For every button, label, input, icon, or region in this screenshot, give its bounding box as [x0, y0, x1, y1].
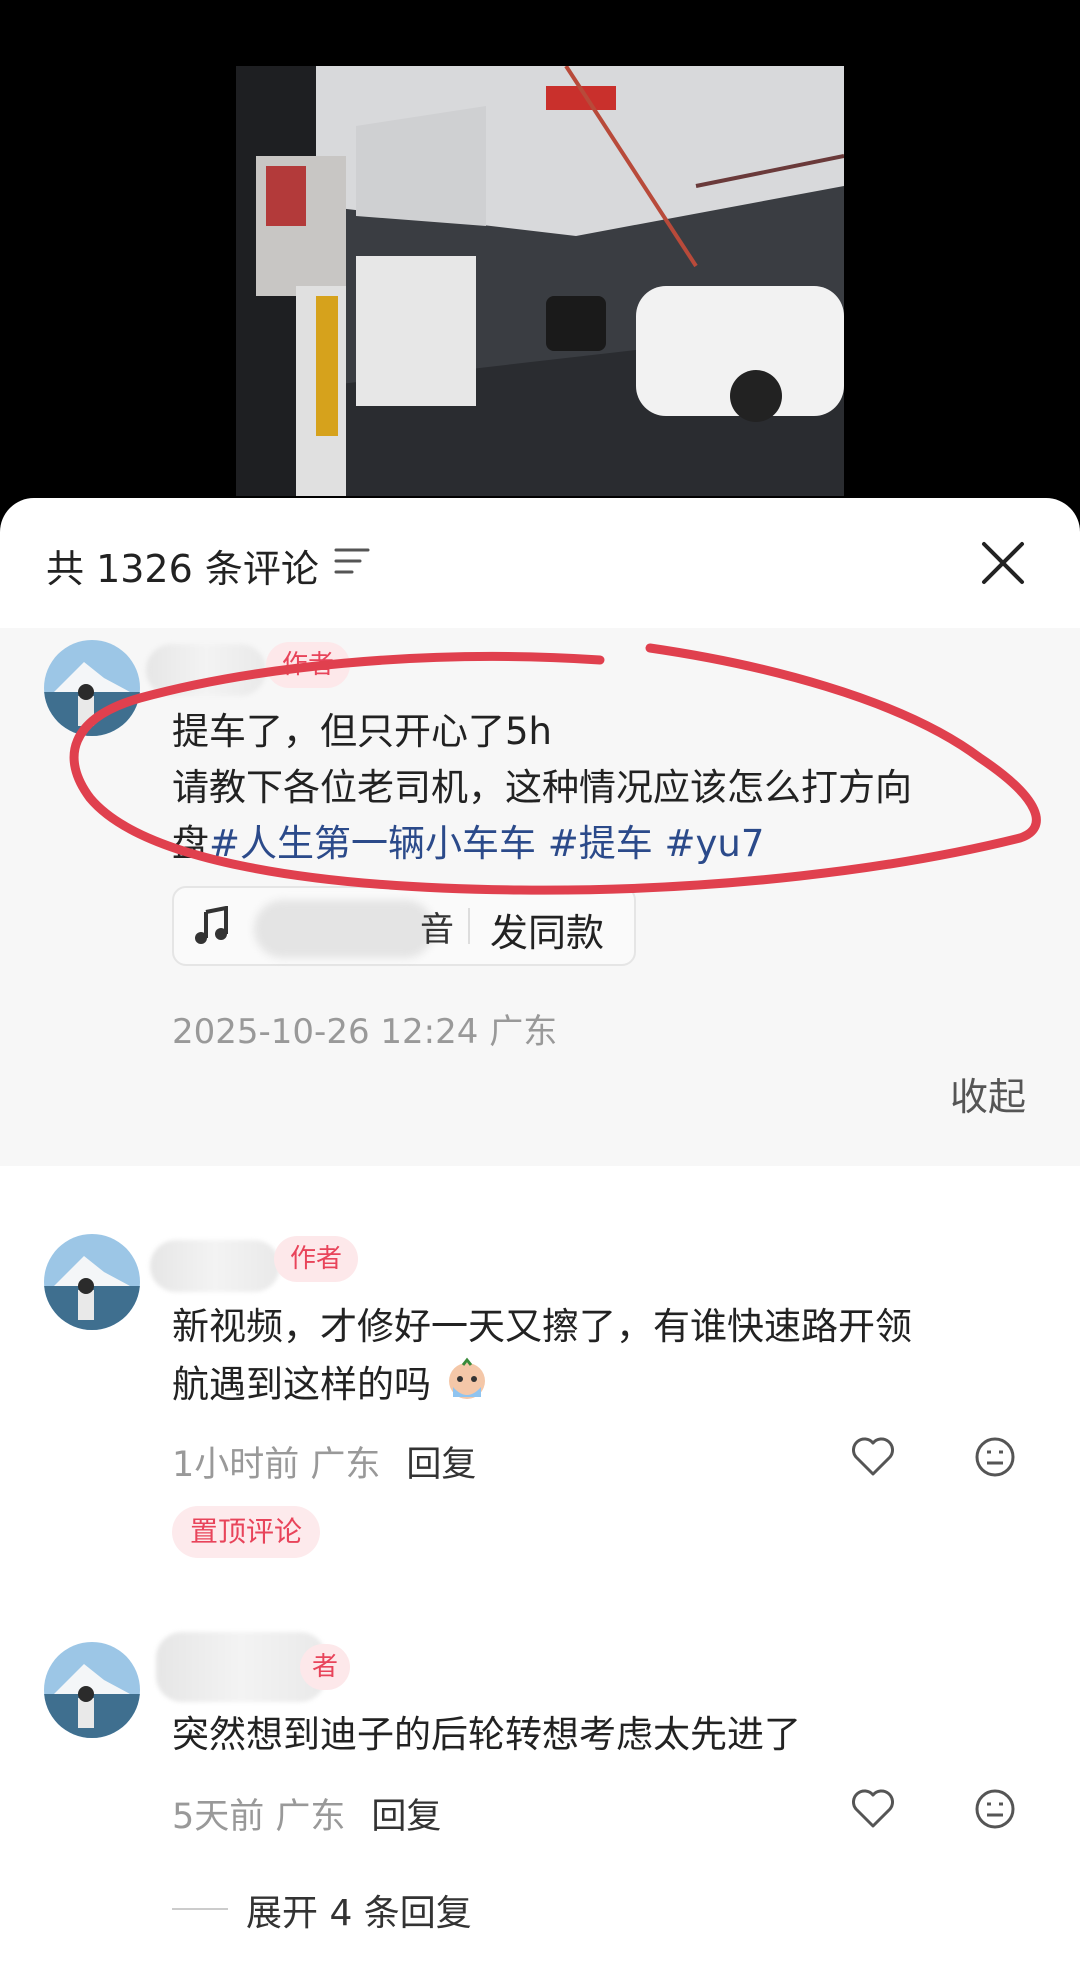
username-blurred	[150, 1240, 280, 1292]
post-text-line1: 提车了，但只开心了5h	[172, 710, 552, 753]
post-text-line2: 请教下各位老司机，这种情况应该怎么打方向	[172, 766, 912, 809]
author-badge-partial: 者	[300, 1644, 351, 1690]
avatar[interactable]	[44, 640, 140, 736]
comment-text: 突然想到迪子的后轮转想考虑太先进了	[172, 1713, 801, 1756]
comment-time: 5天前 广东	[172, 1797, 346, 1837]
divider	[468, 908, 470, 944]
reply-button[interactable]: 回复	[371, 1797, 441, 1837]
username-blurred	[146, 644, 266, 696]
comment-meta: 1小时前 广东 回复	[172, 1436, 476, 1487]
post-timestamp: 2025-10-26 12:24 广东	[172, 1012, 558, 1052]
video-frame[interactable]	[236, 66, 844, 496]
comment-text-line1: 新视频，才修好一天又擦了，有谁快速路开领	[172, 1305, 912, 1348]
music-pill[interactable]: 音 发同款	[172, 886, 636, 966]
music-note-icon	[195, 906, 228, 944]
music-title-partial: 音	[420, 910, 454, 950]
dislike-face-icon[interactable]	[972, 1786, 1018, 1832]
avatar[interactable]	[44, 1642, 140, 1738]
sort-icon[interactable]	[334, 546, 370, 578]
comment-time: 1小时前 广东	[172, 1445, 381, 1485]
heart-icon[interactable]	[850, 1786, 896, 1832]
dislike-face-icon[interactable]	[972, 1434, 1018, 1480]
author-badge: 作者	[266, 642, 351, 688]
use-same-music-button[interactable]: 发同款	[490, 902, 604, 957]
reply-button[interactable]: 回复	[406, 1445, 476, 1485]
divider	[172, 1908, 228, 1910]
comment-text: 新视频，才修好一天又擦了，有谁快速路开领 航遇到这样的吗	[172, 1298, 1032, 1414]
close-icon[interactable]	[976, 536, 1030, 590]
parking-garage-video-still	[236, 66, 844, 496]
comment-meta: 5天前 广东 回复	[172, 1788, 441, 1839]
post-text: 提车了，但只开心了5h 请教下各位老司机，这种情况应该怎么打方向 盘#人生第一辆…	[172, 704, 1032, 872]
expand-replies-button[interactable]: 展开 4 条回复	[246, 1884, 472, 1936]
sheet-header: 共 1326 条评论	[0, 498, 1080, 628]
author-badge: 作者	[274, 1236, 359, 1282]
video-player[interactable]	[0, 0, 1080, 520]
avatar[interactable]	[44, 1234, 140, 1330]
crying-emoji-icon	[448, 1357, 485, 1399]
comment-count-title: 共 1326 条评论	[46, 547, 319, 591]
author-post-card: 作者 提车了，但只开心了5h 请教下各位老司机，这种情况应该怎么打方向 盘#人生…	[0, 628, 1080, 1166]
collapse-button[interactable]: 收起	[950, 1066, 1026, 1121]
hashtags[interactable]: #人生第一辆小车车 #提车 #yu7	[209, 822, 764, 865]
heart-icon[interactable]	[850, 1434, 896, 1480]
pinned-comment-badge: 置顶评论	[172, 1506, 321, 1558]
comment-text-line2: 航遇到这样的吗	[172, 1363, 431, 1406]
music-title-blurred	[254, 900, 434, 958]
post-text-line3: 盘	[172, 822, 209, 865]
comments-sheet: 共 1326 条评论 作者 提车了，但只开心了5h 请教下各位老司机，这种情况应…	[0, 498, 1080, 1980]
